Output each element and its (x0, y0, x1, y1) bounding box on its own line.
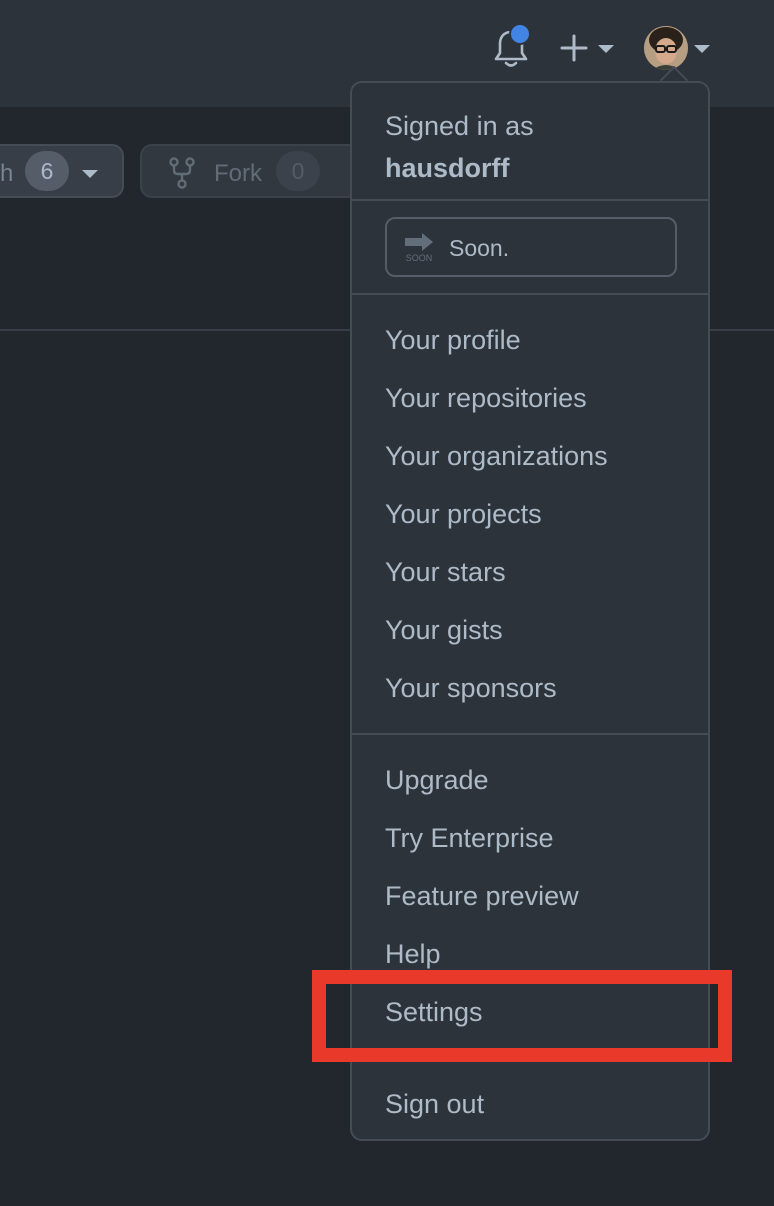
menu-item-your-gists[interactable]: Your gists (385, 615, 503, 646)
fork-button[interactable]: Fork 0 (140, 144, 360, 198)
settings-highlight-box (312, 970, 732, 1062)
page: h 6 Fork 0 Signed in as hausdorff SOON S… (0, 0, 774, 1206)
username: hausdorff (385, 153, 510, 183)
menu-divider (352, 293, 708, 295)
menu-divider (352, 733, 708, 735)
menu-item-your-profile[interactable]: Your profile (385, 325, 521, 356)
menu-item-your-projects[interactable]: Your projects (385, 499, 542, 530)
user-menu-toggle[interactable] (644, 26, 714, 72)
menu-divider (352, 199, 708, 201)
create-new-button[interactable] (560, 32, 616, 64)
svg-text:SOON: SOON (406, 253, 433, 263)
watch-button[interactable]: h 6 (0, 144, 124, 198)
plus-icon (560, 34, 614, 62)
menu-item-help[interactable]: Help (385, 939, 441, 970)
watch-label: h (0, 160, 14, 187)
menu-item-your-sponsors[interactable]: Your sponsors (385, 673, 557, 704)
signed-in-header: Signed in as hausdorff (385, 105, 534, 189)
notification-dot (509, 23, 531, 45)
menu-item-sign-out[interactable]: Sign out (385, 1089, 484, 1120)
chevron-down-icon (82, 170, 98, 178)
menu-item-try-enterprise[interactable]: Try Enterprise (385, 823, 554, 854)
menu-item-your-stars[interactable]: Your stars (385, 557, 506, 588)
signed-in-label: Signed in as (385, 111, 534, 141)
set-status-button[interactable]: SOON Soon. (385, 217, 677, 277)
fork-count: 0 (276, 151, 320, 191)
menu-item-your-repositories[interactable]: Your repositories (385, 383, 587, 414)
menu-item-feature-preview[interactable]: Feature preview (385, 881, 579, 912)
soon-arrow-icon: SOON (405, 233, 433, 263)
watch-count: 6 (25, 151, 69, 191)
menu-item-upgrade[interactable]: Upgrade (385, 765, 489, 796)
menu-item-your-organizations[interactable]: Your organizations (385, 441, 608, 472)
fork-label: Fork (214, 160, 262, 187)
avatar (644, 26, 688, 70)
fork-icon (169, 157, 195, 189)
chevron-down-icon (694, 45, 710, 53)
status-text: Soon. (449, 235, 510, 261)
